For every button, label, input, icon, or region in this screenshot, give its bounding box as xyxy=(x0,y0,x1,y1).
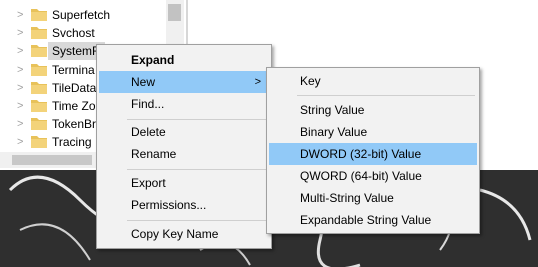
menu-item-label: Multi-String Value xyxy=(300,191,394,205)
menu-separator xyxy=(297,95,475,96)
folder-icon xyxy=(31,118,47,130)
menu-item-find[interactable]: Find... xyxy=(99,93,269,115)
menu-item-label: String Value xyxy=(300,103,365,117)
folder-icon xyxy=(31,64,47,76)
menu-item-label: DWORD (32-bit) Value xyxy=(300,147,422,161)
menu-item-delete[interactable]: Delete xyxy=(99,121,269,143)
menu-item-expand[interactable]: Expand xyxy=(99,49,269,71)
new-submenu: Key String Value Binary Value DWORD (32-… xyxy=(266,67,480,234)
submenu-item-binary-value[interactable]: Binary Value xyxy=(269,121,477,143)
folder-icon xyxy=(31,136,47,148)
submenu-item-expandable-string-value[interactable]: Expandable String Value xyxy=(269,209,477,231)
menu-item-label: Key xyxy=(300,74,321,88)
tree-item-label: Time Zo xyxy=(52,99,96,113)
menu-item-label: Find... xyxy=(131,97,165,111)
menu-separator xyxy=(127,220,267,221)
menu-item-label: Expand xyxy=(131,53,175,67)
tree-item[interactable]: > Superfetch xyxy=(0,6,166,24)
menu-item-label: Permissions... xyxy=(131,198,207,212)
context-menu: Expand New > Find... Delete Rename Expor… xyxy=(96,44,272,249)
folder-icon xyxy=(31,82,47,94)
folder-icon xyxy=(31,100,47,112)
submenu-item-qword-value[interactable]: QWORD (64-bit) Value xyxy=(269,165,477,187)
chevron-right-icon[interactable]: > xyxy=(17,61,25,79)
tree-item[interactable]: > Svchost xyxy=(0,24,166,42)
menu-separator xyxy=(127,169,267,170)
tree-item-label: Superfetch xyxy=(52,8,111,22)
submenu-item-dword-value[interactable]: DWORD (32-bit) Value xyxy=(269,143,477,165)
submenu-item-key[interactable]: Key xyxy=(269,70,477,92)
menu-item-label: Copy Key Name xyxy=(131,227,219,241)
folder-icon xyxy=(31,27,47,39)
menu-item-label: Rename xyxy=(131,147,177,161)
menu-item-rename[interactable]: Rename xyxy=(99,143,269,165)
menu-item-label: Binary Value xyxy=(300,125,368,139)
chevron-right-icon[interactable]: > xyxy=(17,24,25,42)
tree-item-label: TileData xyxy=(52,81,97,95)
folder-icon xyxy=(31,45,47,57)
tree-item-label: TokenBr xyxy=(52,117,97,131)
menu-item-copy-key-name[interactable]: Copy Key Name xyxy=(99,223,269,245)
menu-item-new[interactable]: New > xyxy=(99,71,269,93)
menu-item-label: New xyxy=(131,75,156,89)
chevron-right-icon[interactable]: > xyxy=(17,42,25,60)
tree-item-label: Termina xyxy=(52,63,95,77)
menu-item-label: Export xyxy=(131,176,166,190)
chevron-right-icon[interactable]: > xyxy=(17,133,25,151)
chevron-right-icon[interactable]: > xyxy=(17,6,25,24)
menu-item-label: Expandable String Value xyxy=(300,213,432,227)
tree-item-label: Svchost xyxy=(52,26,95,40)
menu-item-label: Delete xyxy=(131,125,166,139)
menu-item-label: QWORD (64-bit) Value xyxy=(300,169,422,183)
tree-horizontal-scroll-thumb[interactable] xyxy=(12,155,92,165)
chevron-right-icon: > xyxy=(254,76,261,88)
menu-separator xyxy=(127,119,267,120)
menu-item-export[interactable]: Export xyxy=(99,172,269,194)
submenu-item-string-value[interactable]: String Value xyxy=(269,99,477,121)
tree-vertical-scroll-thumb[interactable] xyxy=(168,4,181,21)
chevron-right-icon[interactable]: > xyxy=(17,79,25,97)
submenu-item-multi-string-value[interactable]: Multi-String Value xyxy=(269,187,477,209)
chevron-right-icon[interactable]: > xyxy=(17,97,25,115)
tree-item-label: Tracing xyxy=(52,135,92,149)
folder-icon xyxy=(31,9,47,21)
menu-item-permissions[interactable]: Permissions... xyxy=(99,194,269,216)
chevron-right-icon[interactable]: > xyxy=(17,115,25,133)
